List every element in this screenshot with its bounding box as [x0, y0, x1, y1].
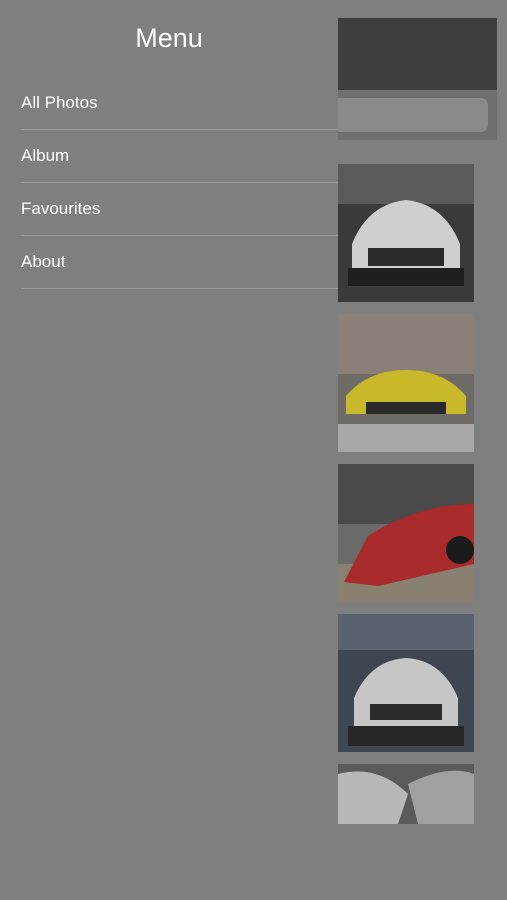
main-header	[338, 18, 497, 90]
thumbnail-1[interactable]	[338, 164, 474, 302]
thumbnail-3[interactable]	[338, 464, 474, 602]
menu-item-label: Album	[21, 146, 70, 165]
side-drawer: Menu All Photos Album Favourites About	[0, 0, 338, 900]
drawer-menu: All Photos Album Favourites About	[21, 77, 338, 289]
menu-item-favourites[interactable]: Favourites	[21, 183, 338, 236]
menu-item-album[interactable]: Album	[21, 130, 338, 183]
thumbnail-4[interactable]	[338, 614, 474, 752]
drawer-title: Menu	[135, 23, 203, 53]
menu-item-label: Favourites	[21, 199, 101, 218]
thumbnail-2[interactable]	[338, 314, 474, 452]
menu-item-label: About	[21, 252, 66, 271]
menu-item-all-photos[interactable]: All Photos	[21, 77, 338, 130]
menu-item-about[interactable]: About	[21, 236, 338, 289]
thumbnail-5[interactable]	[338, 764, 474, 824]
main-search-input[interactable]	[338, 98, 488, 132]
menu-item-label: All Photos	[21, 93, 98, 112]
